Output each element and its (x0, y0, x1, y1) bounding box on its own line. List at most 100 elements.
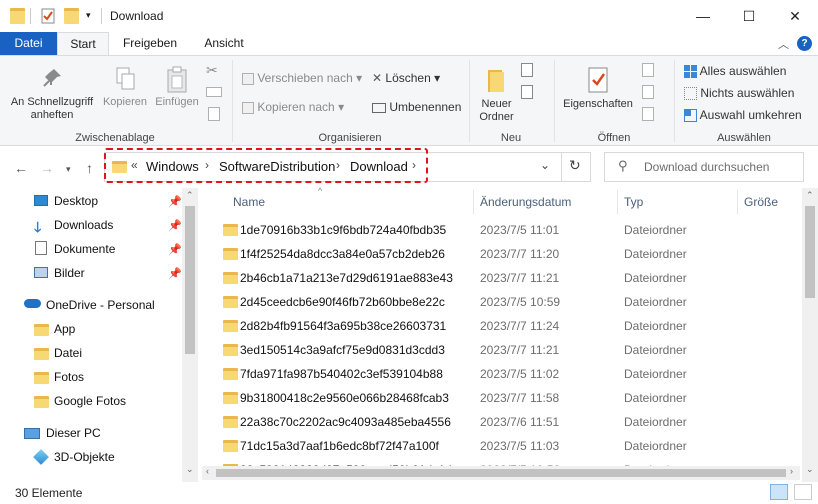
address-dropdown-chevron-icon[interactable]: ⌄ (540, 158, 550, 172)
paste-shortcut-icon[interactable] (208, 107, 220, 121)
horizontal-scroll-thumb[interactable] (216, 469, 786, 477)
details-view-icon[interactable] (770, 484, 788, 500)
copy-to-label: Kopieren nach (257, 100, 335, 114)
breadcrumb-separator[interactable]: › (412, 158, 416, 172)
table-row[interactable]: 7fda971fa987b540402c3ef539104b88 2023/7/5… (218, 363, 800, 385)
divider (232, 60, 233, 142)
table-row[interactable]: 3ed150514c3a9afcf75e9d0831d3cdd3 2023/7/7… (218, 339, 800, 361)
scroll-up-chevron-icon[interactable]: ⌃ (186, 190, 194, 201)
move-to-button[interactable]: Verschieben nach ▾ (242, 71, 362, 85)
forward-arrow-icon[interactable]: → (40, 160, 54, 176)
ribbon: An Schnellzugriff anheften Kopieren Einf… (0, 55, 818, 146)
recent-locations-chevron-icon[interactable]: ▾ (66, 164, 71, 175)
search-icon: ⚲ (618, 158, 628, 173)
select-all-button[interactable]: Alles auswählen (684, 64, 786, 79)
nav-item-datei[interactable]: Datei (54, 346, 82, 360)
history-icon[interactable] (642, 107, 654, 121)
documents-icon (35, 241, 47, 255)
invert-selection-button[interactable]: Auswahl umkehren (684, 108, 802, 123)
select-none-button[interactable]: Nichts auswählen (684, 86, 794, 101)
close-button[interactable]: ✕ (772, 0, 818, 32)
nav-item-bilder[interactable]: Bilder (54, 266, 85, 280)
help-icon[interactable]: ? (797, 36, 812, 51)
3d-objects-icon (33, 449, 49, 465)
divider (617, 190, 618, 214)
up-arrow-icon[interactable]: ↑ (86, 160, 93, 176)
nav-item-dokumente[interactable]: Dokumente (54, 242, 115, 256)
column-header-date[interactable]: Änderungsdatum (480, 195, 571, 209)
nav-item-dieser-pc[interactable]: Dieser PC (46, 426, 101, 440)
column-header-size[interactable]: Größe (744, 195, 778, 209)
table-row[interactable]: 1de70916b33b1c9f6bdb724a40fbdb35 2023/7/5… (218, 219, 800, 241)
table-row[interactable]: 2d45ceedcb6e90f46fb72b60bbe8e22c 2023/7/5… (218, 291, 800, 313)
properties-button[interactable]: Eigenschaften (558, 66, 638, 111)
table-row[interactable]: 22a38c70c2202ac9c4093a485eba4556 2023/7/6… (218, 411, 800, 433)
pin-icon[interactable]: 📌 (168, 195, 182, 208)
pin-icon[interactable]: 📌 (168, 267, 182, 280)
column-header-type[interactable]: Typ (624, 195, 643, 209)
table-row[interactable]: 71dc15a3d7aaf1b6edc8bf72f47a100f 2023/7/5… (218, 435, 800, 457)
breadcrumb-download[interactable]: Download (350, 159, 408, 174)
nav-pane-scroll-thumb[interactable] (185, 206, 195, 354)
open-icon[interactable] (642, 63, 654, 77)
divider (554, 60, 555, 142)
scroll-left-chevron-icon[interactable]: ‹ (206, 466, 209, 476)
pin-icon[interactable]: 📌 (168, 243, 182, 256)
window-title: Download (110, 9, 164, 23)
breadcrumb-softwaredistribution[interactable]: SoftwareDistribution (219, 159, 335, 174)
breadcrumb-separator[interactable]: › (205, 158, 209, 172)
maximize-button[interactable]: ☐ (726, 0, 772, 32)
nav-item-fotos[interactable]: Fotos (54, 370, 84, 384)
nav-item-desktop[interactable]: Desktop (54, 194, 98, 208)
tab-start[interactable]: Start (57, 32, 109, 55)
table-row[interactable]: 1f4f25254da8dcc3a84e0a57cb2deb26 2023/7/7… (218, 243, 800, 265)
nav-item-downloads[interactable]: Downloads (54, 218, 113, 232)
table-row[interactable]: 2d82b4fb91564f3a695b38ce26603731 2023/7/7… (218, 315, 800, 337)
tab-freigeben[interactable]: Freigeben (114, 32, 186, 55)
nav-item-onedrive[interactable]: OneDrive - Personal (46, 298, 155, 312)
scroll-down-chevron-icon[interactable]: ⌄ (806, 464, 814, 475)
breadcrumb-separator[interactable]: › (336, 158, 340, 172)
edit-icon[interactable] (642, 85, 654, 99)
tab-datei[interactable]: Datei (0, 32, 57, 55)
pin-icon[interactable]: 📌 (168, 219, 182, 232)
scroll-up-chevron-icon[interactable]: ⌃ (806, 190, 814, 201)
nav-item-google-fotos[interactable]: Google Fotos (54, 394, 126, 408)
pin-quick-access-button[interactable]: An Schnellzugriff anheften (6, 66, 98, 122)
folder-icon (223, 344, 238, 356)
table-row[interactable]: 9b31800418c2e9560e066b28468fcab3 2023/7/7… (218, 387, 800, 409)
properties-check-icon[interactable] (40, 8, 56, 24)
column-header-name[interactable]: Name (233, 195, 265, 209)
large-icons-view-icon[interactable] (794, 484, 812, 500)
copy-to-icon (242, 101, 254, 114)
nav-item-3d-objekte[interactable]: 3D-Objekte (54, 450, 115, 464)
minimize-button[interactable]: — (680, 0, 726, 32)
easy-access-icon[interactable] (521, 85, 533, 99)
scroll-right-chevron-icon[interactable]: › (790, 466, 793, 476)
tab-ansicht[interactable]: Ansicht (196, 32, 252, 55)
copy-to-button[interactable]: Kopieren nach ▾ (242, 100, 344, 114)
copy-path-icon[interactable] (206, 87, 222, 97)
breadcrumb-windows[interactable]: Windows (146, 159, 199, 174)
breadcrumb-overflow[interactable]: « (131, 158, 138, 172)
customize-quick-access-icon[interactable]: ▾ (86, 10, 91, 26)
cut-icon[interactable]: ✂ (206, 63, 218, 77)
nav-item-app[interactable]: App (54, 322, 75, 336)
paste-icon (152, 66, 202, 93)
new-folder-button[interactable]: Neuer Ordner (474, 66, 519, 124)
back-arrow-icon[interactable]: ← (14, 160, 28, 176)
rename-button[interactable]: Umbenennen (372, 100, 461, 114)
refresh-icon[interactable]: ↻ (569, 157, 581, 174)
delete-button[interactable]: ✕ Löschen ▾ (372, 71, 440, 85)
new-group-label: Neu (500, 132, 522, 144)
table-row[interactable]: 2b46cb1a71a213e7d29d6191ae883e43 2023/7/7… (218, 267, 800, 289)
this-pc-icon (24, 428, 40, 439)
collapse-ribbon-icon[interactable]: ︿ (778, 36, 789, 52)
copy-button[interactable]: Kopieren (100, 66, 150, 109)
new-folder-icon[interactable] (64, 8, 79, 24)
file-list-scroll-thumb[interactable] (805, 206, 815, 298)
scroll-down-chevron-icon[interactable]: ⌄ (186, 464, 194, 475)
paste-button[interactable]: Einfügen (152, 66, 202, 109)
folder-icon (34, 324, 49, 336)
new-item-icon[interactable] (521, 63, 533, 77)
